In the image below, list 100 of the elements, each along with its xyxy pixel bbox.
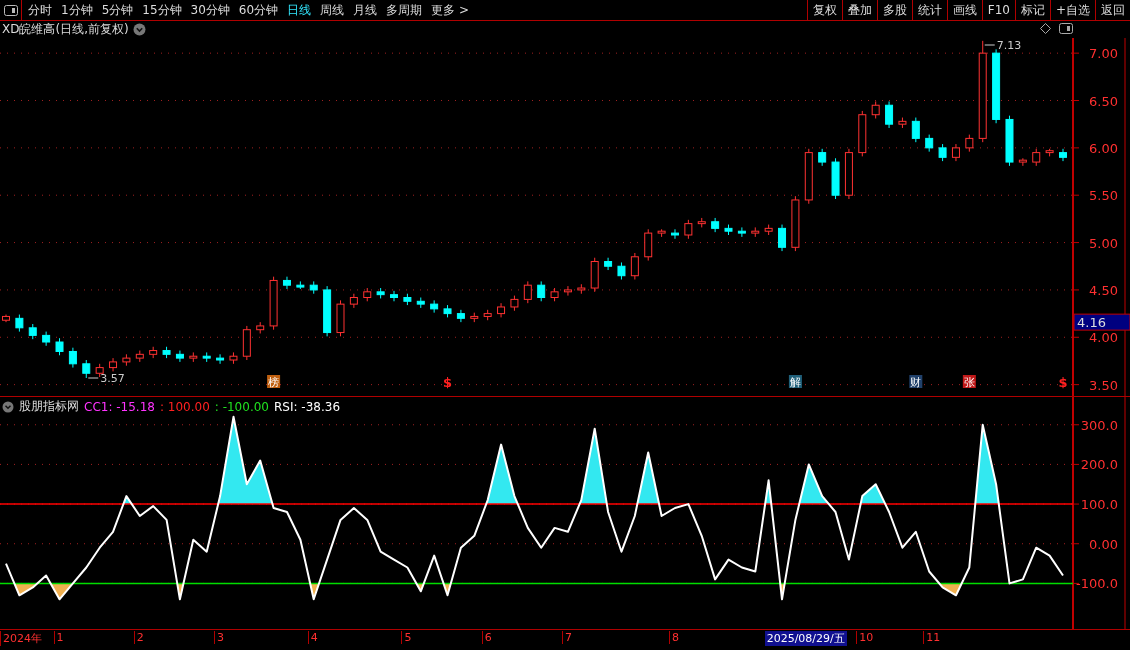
period-tab[interactable]: 1分钟	[61, 1, 93, 19]
period-tab[interactable]: 30分钟	[190, 1, 230, 19]
legend-value: CC1: -15.18	[84, 399, 155, 414]
candlestick	[938, 143, 947, 162]
candlestick	[55, 337, 64, 356]
candlestick	[951, 143, 960, 162]
candlestick	[965, 134, 974, 153]
diamond-icon	[1040, 23, 1051, 34]
candlestick	[858, 110, 867, 157]
period-tab[interactable]: 15分钟	[142, 1, 182, 19]
axis-label: 4.00	[1089, 330, 1118, 346]
dropdown-icon[interactable]	[132, 23, 146, 36]
candlestick	[256, 321, 265, 334]
candlestick	[416, 297, 425, 309]
cursor-date-label: 2025/08/29/五	[764, 631, 847, 646]
candlestick	[871, 100, 880, 119]
period-tab[interactable]: 5分钟	[101, 1, 134, 19]
candlestick	[925, 134, 934, 153]
candlestick	[28, 323, 37, 340]
date-label: 1	[53, 631, 64, 644]
candlestick	[1032, 148, 1041, 167]
period-tab[interactable]: 日线	[287, 1, 312, 19]
event-marker: 榜	[267, 375, 281, 389]
candlestick	[657, 228, 666, 238]
candlestick	[630, 252, 639, 280]
candlestick	[563, 285, 572, 297]
date-label: 5	[401, 631, 412, 644]
candlestick	[697, 217, 706, 228]
candlestick	[523, 280, 532, 304]
candlestick	[724, 224, 733, 236]
candlestick	[711, 217, 720, 233]
candlestick	[42, 331, 51, 347]
candlestick	[109, 357, 118, 372]
collapse-icon[interactable]	[2, 400, 14, 413]
panel-icon[interactable]	[3, 4, 18, 16]
period-tab[interactable]: 更多 >	[431, 1, 469, 19]
candlestick	[202, 351, 211, 363]
period-tab[interactable]: 60分钟	[238, 1, 279, 19]
candlestick	[323, 285, 332, 337]
candlestick	[577, 283, 586, 295]
event-marker: 张	[962, 375, 976, 389]
period-tab[interactable]: 周线	[320, 1, 345, 19]
date-label: 3	[214, 631, 225, 644]
period-tab[interactable]: 分时	[28, 1, 52, 19]
candlestick	[216, 353, 225, 365]
axis-label: 200.0	[1080, 457, 1118, 473]
date-label: 2	[133, 631, 144, 644]
price-cursor-label: 4.16	[1073, 313, 1130, 331]
candlestick	[430, 299, 439, 314]
candlestick	[537, 280, 546, 302]
candlestick	[229, 351, 238, 365]
axis-label: 0.00	[1089, 536, 1118, 552]
candlestick	[309, 280, 318, 295]
candlestick	[483, 309, 492, 321]
candlestick	[764, 224, 773, 236]
axis-label: 6.00	[1089, 140, 1118, 156]
candlestick	[336, 299, 345, 337]
axis-label: 4.50	[1089, 282, 1118, 298]
candlestick	[684, 219, 693, 240]
price-annotation: 3.57	[87, 372, 125, 385]
candlestick	[443, 304, 452, 318]
axis-label: 100.0	[1080, 497, 1118, 513]
candlestick	[1059, 148, 1067, 162]
candlestick	[898, 117, 907, 129]
axis-label: 5.00	[1089, 235, 1118, 251]
period-tab[interactable]: 月线	[353, 1, 378, 19]
candlestick	[550, 287, 559, 302]
candlestick	[497, 302, 506, 318]
candlestick	[363, 287, 372, 302]
candlestick	[135, 350, 144, 363]
legend-value: RSI: -38.36	[274, 399, 341, 414]
candlestick	[122, 353, 131, 367]
axis-label: 3.50	[1089, 377, 1118, 393]
candlestick	[751, 226, 760, 238]
candlestick	[68, 347, 77, 369]
axis-label: 6.50	[1089, 93, 1118, 109]
candlestick	[82, 359, 91, 379]
date-label: 6	[481, 631, 492, 644]
candlestick	[189, 351, 198, 363]
candlestick	[1005, 115, 1014, 167]
date-label: 7	[561, 631, 572, 644]
candlestick	[269, 276, 278, 331]
candlestick	[349, 293, 358, 309]
candlestick	[590, 257, 599, 293]
legend-value: : -100.00	[214, 399, 269, 414]
date-label: 2024年	[0, 631, 42, 646]
panel-icon	[1059, 23, 1073, 34]
period-tab[interactable]: 多周期	[386, 1, 423, 19]
axis-label: 7.00	[1089, 46, 1118, 62]
candlestick	[791, 195, 800, 252]
candlestick	[911, 117, 920, 143]
candlestick	[617, 261, 626, 280]
event-marker: 财	[909, 375, 923, 389]
date-label: 11	[923, 631, 941, 644]
candlestick	[804, 148, 813, 205]
chart-title: XD皖维高(日线,前复权)	[2, 21, 129, 38]
candlestick	[149, 346, 158, 359]
candlestick	[296, 280, 305, 290]
annotation: 7.13	[996, 39, 1022, 52]
candlestick	[644, 228, 653, 262]
